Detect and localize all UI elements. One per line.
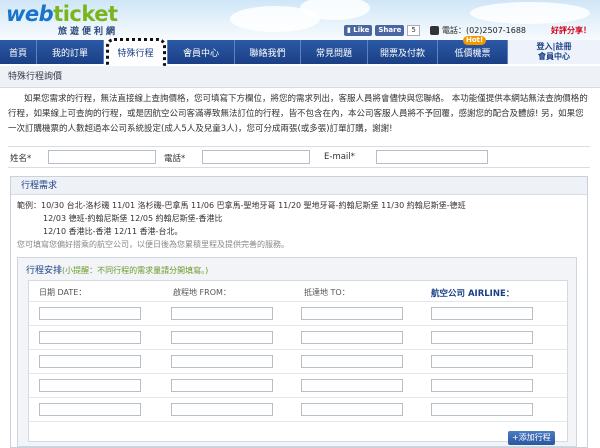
phone-number: 電話：(02)2507-1688 <box>442 26 527 35</box>
fb-like-label: Like <box>353 26 370 34</box>
date-input[interactable] <box>39 355 141 368</box>
date-input[interactable] <box>39 403 141 416</box>
to-input[interactable] <box>301 307 403 320</box>
hot-badge: Hot! <box>463 36 487 45</box>
example-note: 您可填寫您偏好搭乘的航空公司，以便日後為您累積里程及提供完善的服務。 <box>17 240 289 249</box>
facebook-share-button[interactable]: Share <box>375 25 405 36</box>
email-input[interactable] <box>376 150 488 164</box>
row-divider <box>29 397 567 398</box>
itinerary-panel: 行程安排(小提醒：不同行程的需求量請分開填寫。) 日期 DATE： 啟程地 FR… <box>17 257 577 447</box>
row-divider <box>29 373 567 374</box>
page-title: 特殊行程詢價 <box>0 66 600 88</box>
airline-input[interactable] <box>431 403 533 416</box>
airline-input[interactable] <box>431 379 533 392</box>
request-panel: 行程需求 範例：10/30 台北-洛杉磯 11/01 洛杉磯-巴拿馬 11/06… <box>10 176 588 448</box>
thumbs-up-icon: ▮ <box>347 26 351 34</box>
login-register-link[interactable]: 登入|註冊 <box>537 42 572 52</box>
itinerary-grid: 日期 DATE： 啟程地 FROM： 抵達地 TO： 航空公司 AIRLINE： <box>28 280 568 442</box>
to-input[interactable] <box>301 331 403 344</box>
row-divider <box>29 301 567 302</box>
col-from-header: 啟程地 FROM： <box>173 288 231 297</box>
member-center-link[interactable]: 會員中心 <box>538 52 570 62</box>
logo-web-text: web <box>6 2 54 26</box>
name-label: 姓名* <box>10 154 32 164</box>
nav-contact-us[interactable]: 聯絡我們 <box>235 40 301 64</box>
itinerary-title-text: 行程安排 <box>26 266 63 276</box>
itinerary-title: 行程安排(小提醒：不同行程的需求量請分開填寫。) <box>26 263 208 276</box>
share-link[interactable]: 好評分享！ <box>551 25 591 36</box>
logo-subtitle: 旅遊便利網 <box>58 27 119 37</box>
row-divider <box>29 349 567 350</box>
row-divider <box>29 325 567 326</box>
logo-ticket-text: ticket <box>53 2 118 26</box>
add-itinerary-button[interactable]: +添加行程 <box>508 431 555 445</box>
airline-input[interactable] <box>431 355 533 368</box>
nav-member-center[interactable]: 會員中心 <box>168 40 235 64</box>
from-input[interactable] <box>171 379 273 392</box>
nav-login-area[interactable]: 登入|註冊 會員中心 <box>508 40 600 64</box>
phone-info: 電話：(02)2507-1688 <box>430 25 526 36</box>
example-line: 12/10 香港比-香港 12/11 香港-台北。 <box>43 227 183 236</box>
from-input[interactable] <box>171 355 273 368</box>
example-text: 範例：10/30 台北-洛杉磯 11/01 洛杉磯-巴拿馬 11/06 巴拿馬-… <box>17 199 583 251</box>
main-nav: 首頁 我的訂單 特殊行程 會員中心 聯絡我們 常見問題 開票及付款 低價機票 登… <box>0 40 600 64</box>
phone-icon <box>430 26 439 35</box>
request-title: 行程需求 <box>11 177 587 195</box>
to-input[interactable] <box>301 355 403 368</box>
example-line: 12/03 德班-約翰尼斯堡 12/05 約翰尼斯堡-香港比 <box>43 214 223 223</box>
name-input[interactable] <box>48 150 156 164</box>
col-date-header: 日期 DATE： <box>39 288 87 297</box>
phone-input[interactable] <box>202 150 310 164</box>
nav-my-orders[interactable]: 我的訂單 <box>37 40 104 64</box>
to-input[interactable] <box>301 379 403 392</box>
cloud-decoration <box>470 2 590 24</box>
airline-input[interactable] <box>431 307 533 320</box>
email-label: E-mail* <box>324 152 355 162</box>
nav-home[interactable]: 首頁 <box>0 40 37 64</box>
example-line: 範例：10/30 台北-洛杉磯 11/01 洛杉磯-巴拿馬 11/06 巴拿馬-… <box>17 201 466 210</box>
itinerary-tip: (小提醒：不同行程的需求量請分開填寫。) <box>62 266 209 275</box>
site-header: webticket 旅遊便利網 ▮ Like Share 5 電話：(02)25… <box>0 0 600 40</box>
share-count: 5 <box>407 25 420 36</box>
date-input[interactable] <box>39 331 141 344</box>
airline-input[interactable] <box>431 331 533 344</box>
nav-ticketing-payment[interactable]: 開票及付款 <box>368 40 438 64</box>
contact-row: 姓名* 電話* E-mail* <box>8 146 590 168</box>
to-input[interactable] <box>301 403 403 416</box>
social-buttons: ▮ Like Share 5 <box>344 25 420 36</box>
from-input[interactable] <box>171 307 273 320</box>
facebook-like-button[interactable]: ▮ Like <box>344 25 373 36</box>
phone-label: 電話* <box>164 154 186 164</box>
from-input[interactable] <box>171 403 273 416</box>
intro-text: 如果您需求的行程，無法直接線上查詢價格，您可填寫下方欄位，將您的需求列出，客服人… <box>8 94 588 134</box>
nav-faq[interactable]: 常見問題 <box>301 40 368 64</box>
site-logo[interactable]: webticket 旅遊便利網 <box>6 3 118 37</box>
date-input[interactable] <box>39 307 141 320</box>
col-to-header: 抵達地 TO： <box>304 288 350 297</box>
date-input[interactable] <box>39 379 141 392</box>
from-input[interactable] <box>171 331 273 344</box>
col-airline-header: 航空公司 AIRLINE： <box>431 289 515 299</box>
row-divider <box>29 421 567 422</box>
